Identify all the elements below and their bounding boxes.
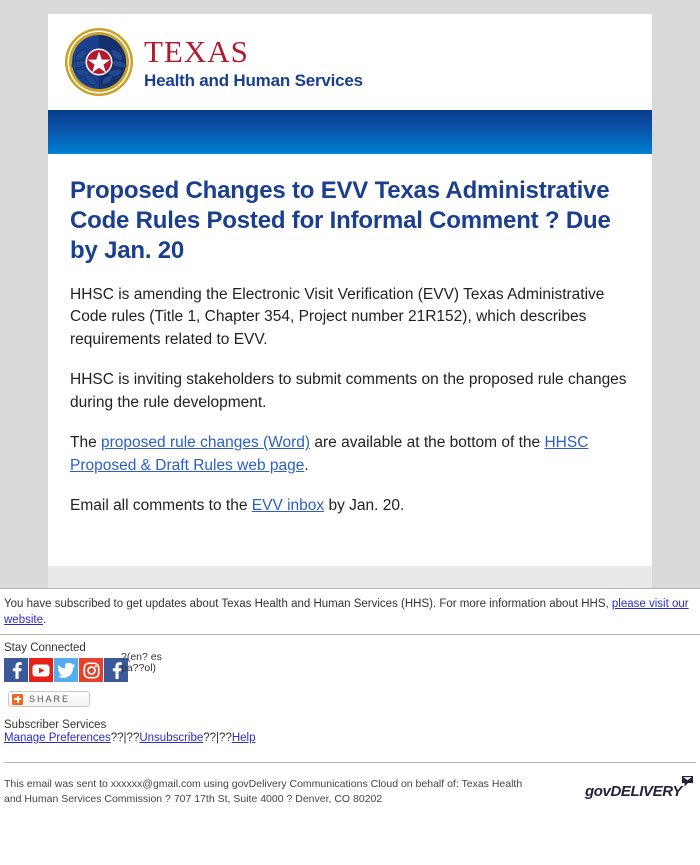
brand-name-secondary: Health and Human Services — [144, 70, 363, 90]
brand-name-primary: TEXAS — [144, 33, 249, 69]
separator-2: ??|?? — [203, 732, 232, 745]
paragraph-email-comments: Email all comments to the EVV inbox by J… — [70, 495, 630, 517]
twitter-icon[interactable] — [54, 658, 78, 683]
social-row: ?(en? espa??ol) — [4, 651, 696, 683]
paragraph-amending: HHSC is amending the Electronic Visit Ve… — [70, 286, 605, 348]
govdelivery-wordmark: govDELIVERY — [584, 783, 682, 801]
brand-header: TEXAS Health and Human Services — [48, 14, 652, 110]
notice-tail: . — [43, 613, 47, 626]
blue-accent-band — [48, 110, 652, 154]
share-plus-icon — [12, 693, 23, 705]
govdelivery-logo: govDELIVERY — [584, 776, 693, 801]
legal-text: This email was sent to xxxxxx@gmail.com … — [4, 778, 523, 806]
subscriber-services-label: Subscriber Services — [4, 719, 107, 732]
subscriber-services-links: Manage Preferences??|??Unsubscribe??|??H… — [4, 732, 696, 744]
paragraph-rule-changes: The proposed rule changes (Word) are ava… — [70, 432, 630, 477]
stay-connected-label: Stay Connected — [4, 642, 86, 655]
page-title: Proposed Changes to EVV Texas Administra… — [70, 177, 611, 264]
text-lead: The — [70, 434, 102, 452]
social-icon-list — [4, 658, 129, 683]
subscriber-services-section: Subscriber Services Manage Preferences??… — [0, 707, 700, 744]
notice-lead: You have subscribed to get updates about… — [4, 598, 612, 610]
link-proposed-rule-changes[interactable]: proposed rule changes (Word) — [101, 434, 310, 451]
instagram-icon[interactable] — [79, 658, 103, 683]
link-help[interactable]: Help — [232, 732, 256, 744]
card-white-spacer — [48, 543, 652, 566]
email-card: TEXAS Health and Human Services Proposed… — [48, 14, 652, 656]
text-tail: by Jan. 20. — [324, 497, 405, 515]
envelope-mark-icon — [682, 776, 693, 787]
text-middle: are available at the bottom of the — [310, 434, 545, 452]
stay-connected-section: Stay Connected ?(en? espa??ol) SHARE — [0, 635, 700, 708]
email-body: Proposed Changes to EVV Texas Administra… — [48, 154, 652, 544]
facebook-icon[interactable] — [4, 658, 28, 683]
paragraph-inviting: HHSC is inviting stakeholders to submit … — [70, 371, 627, 411]
link-evv-inbox[interactable]: EVV inbox — [252, 497, 324, 514]
youtube-icon[interactable] — [29, 658, 53, 683]
legal-row: This email was sent to xxxxxx@gmail.com … — [0, 763, 700, 807]
texas-state-seal-icon — [64, 27, 134, 97]
text-lead: Email all comments to the — [70, 497, 252, 515]
share-button[interactable]: SHARE — [8, 691, 90, 708]
link-manage-preferences[interactable]: Manage Preferences — [4, 732, 111, 744]
separator-1: ??|?? — [110, 732, 140, 745]
share-button-label: SHARE — [29, 694, 71, 705]
subscriber-footer: You have subscribed to get updates about… — [0, 588, 700, 865]
brand-wordmark: TEXAS Health and Human Services — [144, 36, 363, 89]
language-note: ?(en? espa??ol) — [121, 651, 162, 675]
link-unsubscribe[interactable]: Unsubscribe — [139, 732, 203, 744]
text-tail: . — [304, 456, 309, 474]
subscription-notice: You have subscribed to get updates about… — [0, 589, 700, 634]
